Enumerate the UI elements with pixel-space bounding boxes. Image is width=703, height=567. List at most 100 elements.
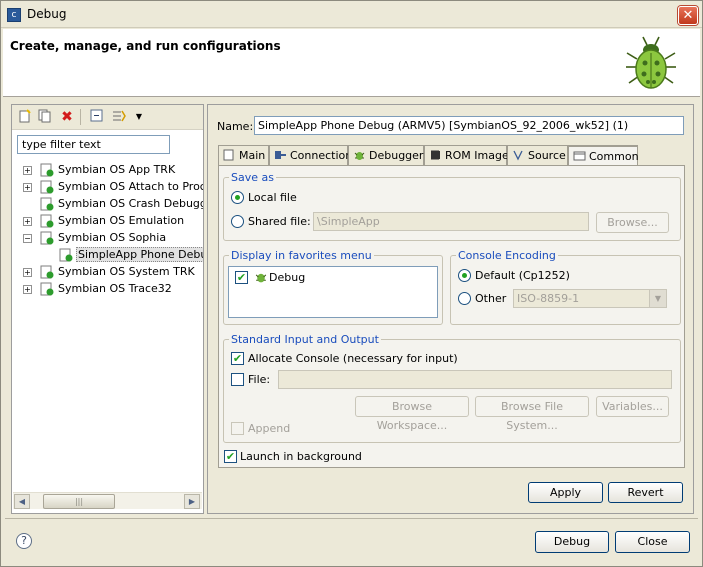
configuration-editor: Name: SimpleApp Phone Debug (ARMV5) [Sym… (207, 104, 694, 514)
other-encoding-select[interactable]: ISO-8859-1 ▼ (513, 289, 667, 308)
allocate-console-checkbox[interactable]: ✔ (231, 352, 244, 365)
favorite-debug-label: Debug (269, 271, 306, 284)
launch-config-icon (40, 265, 54, 279)
launch-config-icon (40, 180, 54, 194)
app-icon: c (7, 8, 21, 22)
group-title: Display in favorites menu (229, 249, 374, 262)
default-encoding-radio[interactable] (458, 269, 471, 282)
filter-config-icon[interactable] (111, 109, 127, 125)
tree-item-label: SimpleApp Phone Debug (76, 247, 203, 262)
scroll-thumb[interactable]: ||| (43, 494, 115, 509)
tree-item-crash-debugger[interactable]: Symbian OS Crash Debugger (12, 196, 203, 213)
save-as-group: Save as Local file Shared file: \SimpleA… (223, 171, 681, 241)
common-tab-icon (573, 151, 586, 161)
expand-icon[interactable]: + (23, 268, 32, 277)
tree-item-attach-to-process[interactable]: + Symbian OS Attach to Process (12, 179, 203, 196)
footer-separator (5, 518, 698, 519)
browse-file-system-button[interactable]: Browse File System... (475, 396, 589, 432)
tree-item-simpleapp-phone-debug[interactable]: SimpleApp Phone Debug (12, 247, 203, 264)
tab-debugger[interactable]: Debugger (348, 145, 424, 166)
launch-background-label: Launch in background (240, 450, 362, 463)
collapse-icon[interactable]: − (23, 234, 32, 243)
close-window-button[interactable]: ✕ (678, 6, 698, 25)
launch-config-icon (40, 197, 54, 211)
browse-workspace-button[interactable]: Browse Workspace... (355, 396, 469, 432)
tree-item-emulation[interactable]: + Symbian OS Emulation (12, 213, 203, 230)
launch-config-icon (59, 248, 73, 262)
favorites-list: ✔ Debug (228, 266, 438, 318)
source-icon (513, 150, 523, 161)
expand-icon[interactable]: + (23, 217, 32, 226)
append-checkbox[interactable] (231, 422, 244, 435)
revert-button[interactable]: Revert (608, 482, 683, 503)
tree-item-label: Symbian OS Sophia (58, 231, 167, 244)
tree-item-trace32[interactable]: + Symbian OS Trace32 (12, 281, 203, 298)
launch-config-icon (40, 163, 54, 177)
launch-background-checkbox[interactable]: ✔ (224, 450, 237, 463)
tree-item-label: Symbian OS Trace32 (58, 282, 172, 295)
file-output-checkbox[interactable] (231, 373, 244, 386)
delete-config-icon[interactable]: ✖ (59, 109, 75, 125)
shared-browse-button[interactable]: Browse... (596, 212, 669, 233)
tree-item-label: Symbian OS Attach to Process (58, 180, 203, 193)
tab-source[interactable]: Source (507, 145, 568, 166)
console-encoding-group: Console Encoding Default (Cp1252) Other … (450, 249, 681, 325)
append-label: Append (248, 422, 291, 435)
group-title: Standard Input and Output (229, 333, 381, 346)
name-field[interactable]: SimpleApp Phone Debug (ARMV5) [SymbianOS… (254, 116, 684, 135)
expand-icon[interactable]: + (23, 285, 32, 294)
launch-config-icon (40, 282, 54, 296)
dialog-header: Create, manage, and run configurations (3, 29, 700, 97)
tree-item-label: Symbian OS System TRK (58, 265, 195, 278)
scroll-left-icon[interactable]: ◀ (14, 494, 30, 509)
shared-file-radio[interactable] (231, 215, 244, 228)
shared-file-field[interactable]: \SimpleApp (313, 212, 589, 231)
tab-main[interactable]: Main (218, 145, 269, 166)
tab-connection[interactable]: Connection (269, 145, 352, 166)
header-title: Create, manage, and run configurations (10, 39, 281, 53)
horizontal-scrollbar[interactable]: ◀ ||| ▶ (13, 492, 202, 509)
tree-item-system-trk[interactable]: + Symbian OS System TRK (12, 264, 203, 281)
bug-icon (626, 36, 676, 89)
collapse-all-icon[interactable] (89, 109, 105, 125)
default-encoding-label: Default (Cp1252) (475, 269, 570, 282)
duplicate-config-icon[interactable] (37, 109, 53, 125)
name-label: Name: (217, 120, 254, 133)
scroll-right-icon[interactable]: ▶ (184, 494, 200, 509)
close-button[interactable]: Close (615, 531, 690, 553)
filter-input[interactable] (17, 135, 170, 154)
expand-icon[interactable]: + (23, 166, 32, 175)
tab-rom-image[interactable]: ROM Image (424, 145, 509, 166)
connection-tab-icon (275, 151, 286, 159)
debug-bug-icon (255, 273, 267, 283)
apply-button[interactable]: Apply (528, 482, 603, 503)
left-toolbar: ✖ ▼ (12, 105, 203, 130)
tab-common[interactable]: Common (568, 145, 639, 166)
other-encoding-radio[interactable] (458, 292, 471, 305)
other-encoding-value: ISO-8859-1 (517, 292, 580, 305)
allocate-console-label: Allocate Console (necessary for input) (248, 352, 458, 365)
local-file-label: Local file (248, 191, 297, 204)
group-title: Console Encoding (456, 249, 558, 262)
help-icon[interactable]: ? (16, 533, 32, 549)
tree-item-sophia[interactable]: − Symbian OS Sophia (12, 230, 203, 247)
other-encoding-label: Other (475, 292, 507, 305)
favorites-group: Display in favorites menu ✔ Debug (223, 249, 443, 325)
title-bar: c Debug ✕ (1, 1, 702, 28)
shared-file-label: Shared file: (248, 215, 311, 228)
tree-item-label: Symbian OS Crash Debugger (58, 197, 203, 210)
expand-icon[interactable]: + (23, 183, 32, 192)
filter-menu-chevron-down-icon[interactable]: ▼ (131, 109, 147, 125)
common-tab-content: Save as Local file Shared file: \SimpleA… (218, 165, 685, 468)
favorite-debug-checkbox[interactable]: ✔ (235, 271, 248, 284)
tree-item-app-trk[interactable]: + Symbian OS App TRK (12, 162, 203, 179)
launch-config-icon (40, 231, 54, 245)
file-output-field[interactable] (278, 370, 672, 389)
variables-button[interactable]: Variables... (596, 396, 669, 417)
toolbar-separator (80, 109, 81, 125)
new-config-icon[interactable] (17, 109, 33, 125)
chevron-down-icon[interactable]: ▼ (649, 290, 666, 307)
debug-button[interactable]: Debug (535, 531, 609, 553)
local-file-radio[interactable] (231, 191, 244, 204)
launch-config-icon (40, 214, 54, 228)
